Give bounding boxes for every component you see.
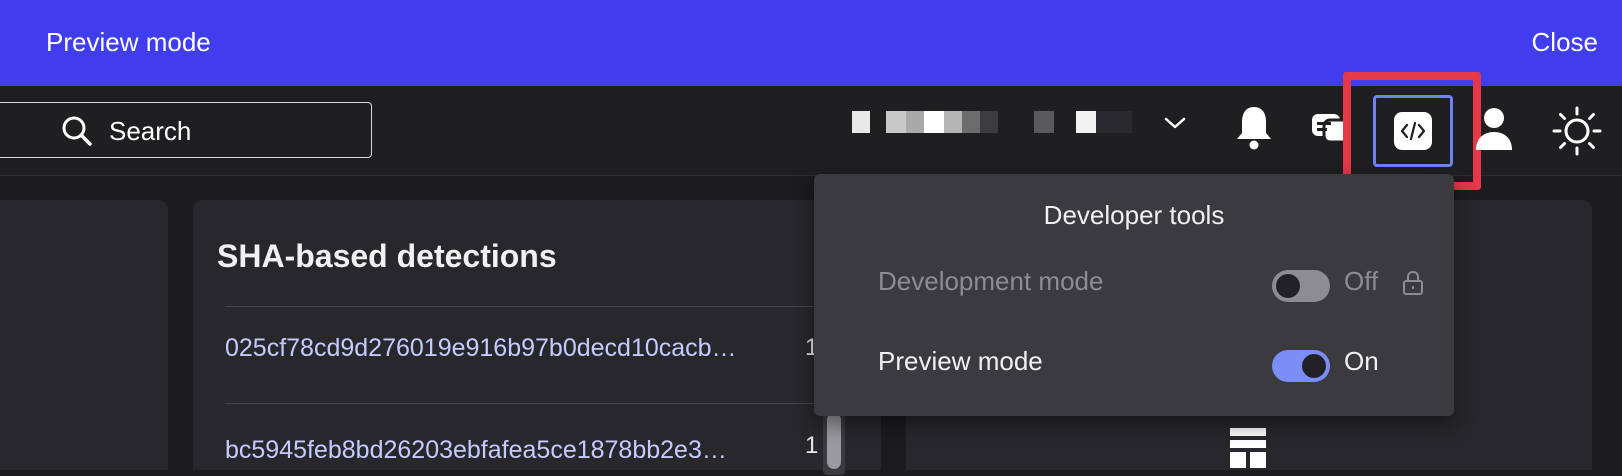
scrollbar-thumb[interactable]: [827, 413, 841, 469]
toggle-knob: [1276, 274, 1300, 298]
development-mode-toggle: [1272, 270, 1330, 302]
banner-title: Preview mode: [46, 27, 211, 57]
bell-icon[interactable]: [1232, 103, 1276, 151]
row-divider: [225, 306, 865, 307]
hash-link[interactable]: 025cf78cd9d276019e916b97b0decd10cacb…: [225, 334, 835, 374]
preview-mode-label: Preview mode: [878, 346, 1043, 376]
preview-mode-toggle[interactable]: [1272, 350, 1330, 382]
code-icon: [1394, 112, 1432, 150]
close-preview-button[interactable]: Close: [1532, 27, 1598, 58]
lock-icon: [1403, 270, 1423, 295]
redacted-account-selector[interactable]: [852, 111, 1132, 133]
sun-icon[interactable]: [1552, 106, 1602, 156]
row-divider: [225, 403, 865, 404]
development-mode-state: Off: [1344, 266, 1379, 296]
popover-title: Developer tools: [1043, 200, 1225, 230]
chevron-down-icon[interactable]: [1163, 114, 1187, 132]
search-icon: [62, 116, 92, 146]
developer-tools-button[interactable]: [1373, 95, 1453, 167]
detection-count: 1: [805, 432, 819, 459]
left-panel: [0, 200, 168, 470]
top-navigation-bar: Search: [0, 72, 1622, 190]
toggle-knob: [1302, 354, 1326, 378]
sha-detections-panel: SHA-based detections 025cf78cd9d276019e9…: [193, 200, 881, 475]
hash-link[interactable]: bc5945feb8bd26203ebfafea5ce1878bb2e3…: [225, 436, 835, 476]
search-button[interactable]: Search: [0, 102, 372, 158]
layout-icon: [1230, 428, 1266, 468]
panel-title: SHA-based detections: [217, 238, 557, 274]
developer-tools-popover: Developer tools Development mode Off Pre…: [814, 174, 1454, 416]
preview-mode-state: On: [1344, 346, 1379, 376]
search-label: Search: [109, 116, 192, 146]
user-icon[interactable]: [1472, 104, 1516, 152]
development-mode-label: Development mode: [878, 266, 1104, 296]
